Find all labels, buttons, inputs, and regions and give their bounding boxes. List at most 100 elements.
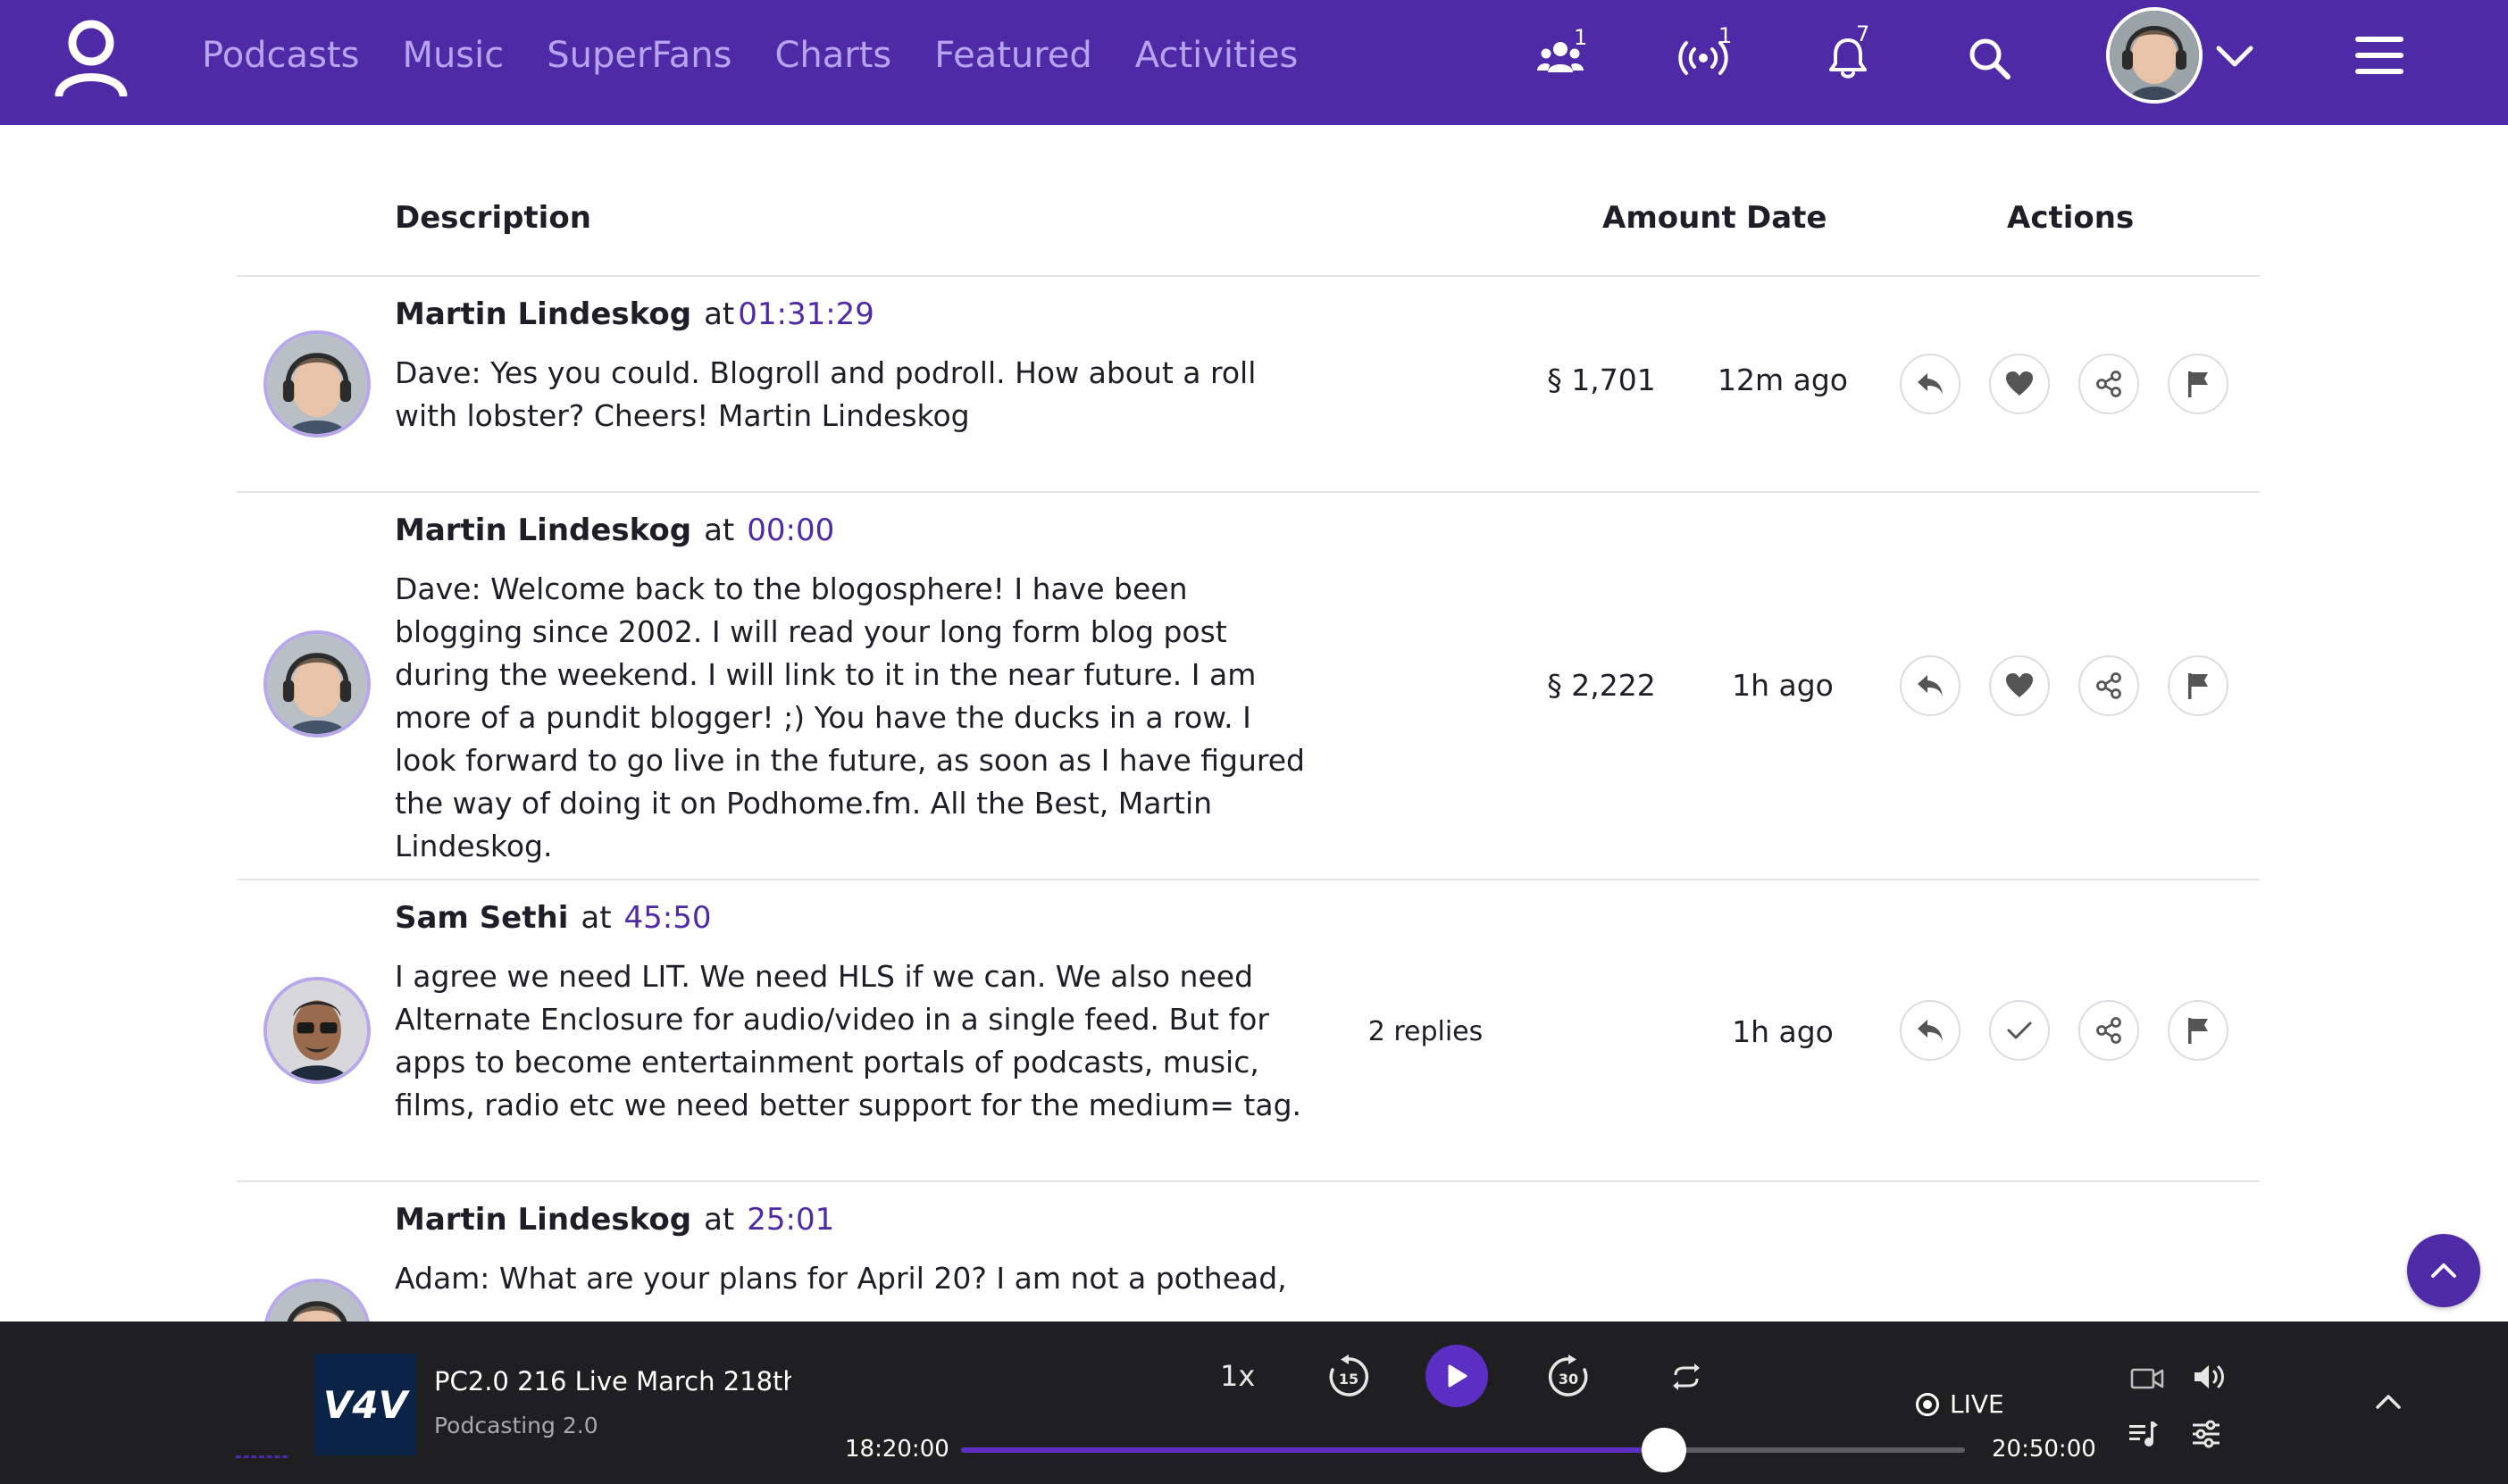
avatar-image <box>267 634 367 734</box>
comment-timestamp-link[interactable]: 45:50 <box>624 900 712 936</box>
episode-artwork-image: V4V <box>314 1354 416 1455</box>
at-label: at <box>704 513 735 548</box>
skip-forward-label: 30 <box>1559 1371 1578 1388</box>
video-toggle-button[interactable] <box>2128 1361 2167 1396</box>
audio-player: V4V PC2.0 216 Live March 218th 2025 Podc… <box>0 1321 2508 1484</box>
nav-featured[interactable]: Featured <box>934 35 1092 76</box>
row-actions <box>1900 354 2257 414</box>
nav-charts[interactable]: Charts <box>774 35 891 76</box>
header-actions: Actions <box>2007 200 2135 236</box>
queue-button[interactable] <box>2124 1416 2163 1452</box>
comment-header: Martin Lindeskog at 01:31:29 <box>395 296 874 332</box>
at-label: at <box>704 296 735 332</box>
comment-date: 12m ago <box>1718 363 1848 397</box>
followers-button[interactable]: 1 <box>1529 25 1592 89</box>
episode-artwork-text: V4V <box>323 1383 411 1427</box>
avatar[interactable] <box>263 977 371 1084</box>
like-button[interactable] <box>1989 655 2050 716</box>
share-button[interactable] <box>2078 655 2139 716</box>
comment-author[interactable]: Martin Lindeskog <box>395 513 691 548</box>
reply-button[interactable] <box>1900 1000 1960 1061</box>
share-icon <box>2096 1017 2121 1044</box>
skip-forward-button[interactable]: 30 <box>1542 1350 1595 1404</box>
video-camera-icon <box>2130 1368 2164 1389</box>
playback-speed-button[interactable]: 1x <box>1220 1359 1255 1393</box>
approve-button[interactable] <box>1989 1000 2050 1061</box>
live-label: LIVE <box>1950 1389 2004 1419</box>
notifications-badge: 7 <box>1856 21 1870 46</box>
search-button[interactable] <box>1958 27 2020 89</box>
user-avatar[interactable] <box>2106 7 2203 104</box>
skip-back-button[interactable]: 15 <box>1322 1350 1375 1404</box>
report-button[interactable] <box>2168 655 2228 716</box>
rewind-15-icon: 15 <box>1329 1355 1369 1396</box>
loading-indicator <box>236 1455 288 1458</box>
share-button[interactable] <box>2078 1000 2139 1061</box>
boost-amount: § 2,222 <box>1547 668 1656 703</box>
avatar[interactable] <box>263 330 371 438</box>
repeat-icon <box>1673 1363 1700 1390</box>
boost-amount: § 1,701 <box>1547 363 1656 397</box>
chevron-up-icon <box>2376 1395 2401 1409</box>
heart-icon <box>2006 673 2033 697</box>
comment-timestamp-link[interactable]: 01:31:29 <box>738 296 874 332</box>
comment-timestamp-link[interactable]: 25:01 <box>747 1202 834 1238</box>
progress-fill <box>961 1447 1664 1453</box>
episode-artwork[interactable]: V4V <box>314 1354 416 1455</box>
like-button[interactable] <box>1989 354 2050 414</box>
settings-button[interactable] <box>2186 1416 2226 1452</box>
top-navigation-bar: Podcasts Music SuperFans Charts Featured… <box>0 0 2508 125</box>
header-amount: Amount <box>1602 200 1736 236</box>
skip-back-label: 15 <box>1339 1371 1358 1388</box>
live-indicator[interactable]: LIVE <box>1916 1389 2004 1419</box>
report-button[interactable] <box>2168 1000 2228 1061</box>
comment-author[interactable]: Martin Lindeskog <box>395 296 691 332</box>
user-avatar-image <box>2110 11 2199 100</box>
chevron-down-icon[interactable] <box>2213 39 2256 71</box>
play-button[interactable] <box>1425 1345 1488 1407</box>
comment-author[interactable]: Sam Sethi <box>395 900 568 936</box>
heart-icon <box>2006 371 2033 396</box>
comment-header: Martin Lindeskog at 00:00 <box>395 513 834 548</box>
reply-button[interactable] <box>1900 354 1960 414</box>
live-button[interactable]: 1 <box>1672 23 1735 89</box>
current-time: 18:20:00 <box>845 1436 949 1463</box>
progress-knob[interactable] <box>1641 1428 1686 1472</box>
avatar-image <box>267 980 367 1080</box>
profile-logo-icon[interactable] <box>54 16 129 96</box>
repeat-button[interactable] <box>1667 1357 1706 1396</box>
scroll-to-top-button[interactable] <box>2407 1234 2480 1307</box>
nav-superfans[interactable]: SuperFans <box>547 35 732 76</box>
header-date: Date <box>1746 200 1827 236</box>
share-button[interactable] <box>2078 354 2139 414</box>
reply-icon <box>1918 1020 1943 1041</box>
search-icon <box>1969 38 2011 79</box>
notifications-button[interactable]: 7 <box>1817 21 1879 89</box>
show-name[interactable]: Podcasting 2.0 <box>434 1413 598 1438</box>
flag-icon <box>2188 1018 2208 1044</box>
hamburger-menu-icon[interactable] <box>2354 34 2404 77</box>
main-nav: Podcasts Music SuperFans Charts Featured… <box>202 0 1341 111</box>
episode-title[interactable]: PC2.0 216 Live March 218th 2025 <box>434 1366 791 1396</box>
nav-podcasts[interactable]: Podcasts <box>202 35 359 76</box>
reply-icon <box>1918 373 1943 395</box>
table-header: Description Amount Date Actions <box>237 125 2260 277</box>
reply-button[interactable] <box>1900 655 1960 716</box>
volume-button[interactable] <box>2190 1359 2229 1395</box>
expand-player-button[interactable] <box>2369 1384 2408 1420</box>
at-label: at <box>581 900 612 936</box>
progress-track[interactable] <box>961 1428 1965 1472</box>
at-label: at <box>704 1202 735 1238</box>
comment-message: Dave: Welcome back to the blogosphere! I… <box>395 571 1306 863</box>
avatar[interactable] <box>263 630 371 738</box>
replies-link[interactable]: 2 replies <box>1368 1016 1484 1047</box>
comment-timestamp-link[interactable]: 00:00 <box>747 513 834 548</box>
forward-30-icon: 30 <box>1548 1355 1588 1396</box>
chevron-up-icon <box>2431 1263 2456 1278</box>
nav-activities[interactable]: Activities <box>1135 35 1298 76</box>
playlist-icon <box>2129 1421 2158 1446</box>
followers-badge: 1 <box>1574 25 1588 50</box>
report-button[interactable] <box>2168 354 2228 414</box>
nav-music[interactable]: Music <box>402 35 504 76</box>
comment-author[interactable]: Martin Lindeskog <box>395 1202 691 1238</box>
